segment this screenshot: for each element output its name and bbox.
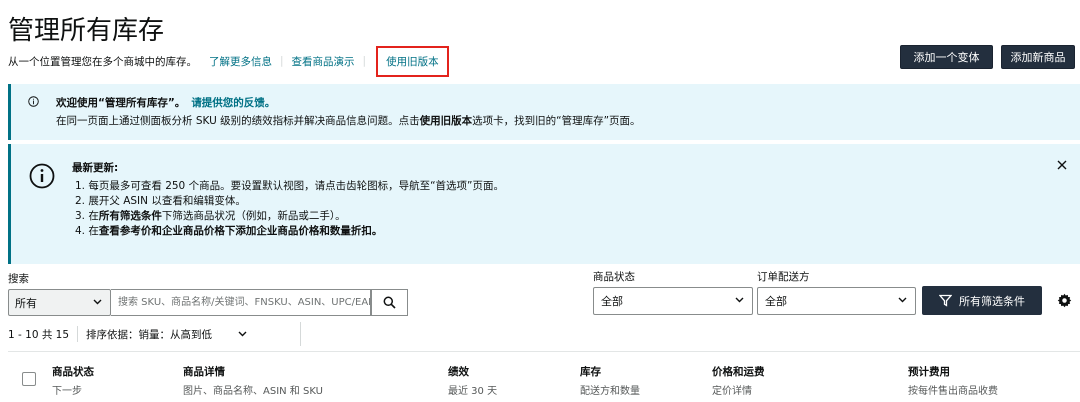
divider [77,326,79,342]
welcome-text: 在同一页面上通过侧面板分析 SKU 级别的绩效指标并解决商品信息问题。点击使用旧… [56,113,641,128]
column-header-price[interactable]: 价格和运费 定价详情 [712,364,765,397]
fulfillment-filter-select[interactable]: 全部 [757,287,916,315]
filter-icon [939,294,952,307]
column-subtitle: 图片、商品名称、ASIN 和 SKU [183,386,323,397]
column-header-performance[interactable]: 绩效 最近 30 天 [448,364,497,397]
update-item: 1. 每页最多可查看 250 个商品。要设置默认视图，请点击齿轮图标，导航至“首… [75,180,504,192]
chevron-down-icon [898,297,907,303]
update-item: 3. 在所有筛选条件下筛选商品状况（例如，新品或二手）。 [75,208,346,223]
column-subtitle: 配送方和数量 [580,386,640,397]
use-legacy-version-link[interactable]: 使用旧版本 [376,45,449,77]
welcome-text-part: 在同一页面上通过侧面板分析 SKU 级别的绩效指标并解决商品信息问题。点击 [56,115,420,127]
feedback-link[interactable]: 请提供您的反馈。 [191,97,275,109]
search-input[interactable] [111,289,371,316]
status-filter-value: 全部 [601,295,623,308]
select-all-checkbox[interactable] [22,372,36,386]
add-variant-button[interactable]: 添加一个变体 [900,45,993,69]
update-text-bold: 所有筛选条件 [98,210,162,222]
update-text-bold: 查看参考价和企业商品价格下添加企业商品价格和数量折扣。 [98,225,383,237]
chevron-down-icon [735,297,744,303]
welcome-text-bold: 使用旧版本 [419,115,473,127]
update-item: 4. 在查看参考价和企业商品价格下添加企业商品价格和数量折扣。 [75,223,382,238]
search-scope-select[interactable]: 所有 [8,289,111,316]
welcome-banner: 欢迎使用“管理所有库存”。 请提供您的反馈。 在同一页面上通过侧面板分析 SKU … [8,84,1080,140]
divider [300,322,301,346]
add-product-button[interactable]: 添加新商品 [1001,45,1075,69]
info-icon [28,96,39,107]
column-title: 预计费用 [908,366,950,378]
search-label: 搜索 [8,273,29,285]
column-subtitle: 定价详情 [712,386,752,397]
update-text: 3. 在 [75,210,99,222]
close-icon[interactable] [1054,157,1070,173]
results-count: 1 - 10 共 15 [8,328,70,341]
status-filter-label: 商品状态 [593,271,635,283]
fulfillment-filter-label: 订单配送方 [757,271,810,283]
column-subtitle: 按每件售出商品收费 [908,386,998,397]
search-icon [383,296,396,309]
column-title: 库存 [580,366,601,378]
column-header-details[interactable]: 商品详情 图片、商品名称、ASIN 和 SKU [183,364,323,397]
update-item: 2. 展开父 ASIN 以查看和编辑变体。 [75,195,246,207]
column-title: 绩效 [448,366,469,378]
divider: | [362,55,367,67]
table-header: 商品状态 下一步 商品详情 图片、商品名称、ASIN 和 SKU 绩效 最近 3… [8,351,1080,402]
divider: | [280,55,284,67]
column-header-fees[interactable]: 预计费用 按每件售出商品收费 [908,364,998,397]
updates-title: 最新更新: [72,162,119,174]
status-filter-select[interactable]: 全部 [593,287,753,315]
column-subtitle: 最近 30 天 [448,386,498,397]
search-scope-value: 所有 [15,296,37,310]
subtitle-row: 从一个位置管理您在多个商城中的库存。 了解更多信息 | 查看商品演示 | 使用旧… [8,45,449,77]
column-title: 价格和运费 [712,366,765,378]
gear-icon[interactable] [1057,293,1072,308]
sort-label: 排序依据：销量：从高到低 [86,328,213,341]
results-row: 1 - 10 共 15 排序依据：销量：从高到低 [8,325,247,343]
view-demo-link[interactable]: 查看商品演示 [292,54,355,69]
column-header-status[interactable]: 商品状态 下一步 [52,364,94,397]
all-filters-label: 所有筛选条件 [959,294,1025,308]
page-subtitle: 从一个位置管理您在多个商城中的库存。 [8,55,197,68]
column-header-inventory[interactable]: 库存 配送方和数量 [580,364,640,397]
info-icon [29,163,55,189]
update-text: 4. 在 [75,225,99,237]
update-text: 下筛选商品状况（例如，新品或二手）。 [161,210,346,222]
chevron-down-icon [238,331,247,337]
welcome-title: 欢迎使用“管理所有库存”。 [56,97,186,109]
sort-select[interactable]: 排序依据：销量：从高到低 [86,327,247,342]
page-title: 管理所有库存 [8,16,165,46]
fulfillment-filter-value: 全部 [765,295,787,308]
chevron-down-icon [93,299,102,305]
welcome-text-part: 选项卡，找到旧的“管理库存”页面。 [472,115,641,127]
learn-more-link[interactable]: 了解更多信息 [209,54,272,69]
all-filters-button[interactable]: 所有筛选条件 [922,286,1042,315]
search-button[interactable] [371,289,408,316]
column-subtitle: 下一步 [52,386,82,397]
column-title: 商品状态 [52,366,94,378]
welcome-title-line: 欢迎使用“管理所有库存”。 请提供您的反馈。 [56,95,275,110]
column-title: 商品详情 [183,366,225,378]
updates-banner: 最新更新: 1. 每页最多可查看 250 个商品。要设置默认视图，请点击齿轮图标… [8,144,1080,264]
